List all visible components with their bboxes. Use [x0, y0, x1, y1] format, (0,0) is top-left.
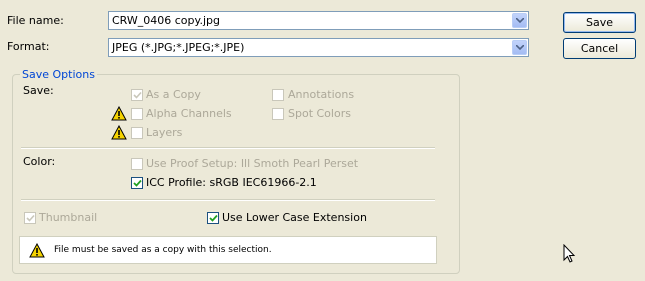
- as-a-copy-checkbox[interactable]: [131, 89, 143, 101]
- checkmark-icon: [133, 179, 142, 187]
- lower-case-extension-checkbox[interactable]: [207, 212, 219, 224]
- separator: [21, 147, 435, 149]
- save-button[interactable]: Save: [563, 12, 636, 33]
- chevron-down-icon: [516, 18, 524, 24]
- format-label: Format:: [7, 40, 50, 53]
- icc-profile-checkbox[interactable]: [131, 177, 143, 189]
- format-value: JPEG (*.JPG;*.JPEG;*.JPE): [112, 41, 245, 54]
- color-label: Color:: [23, 155, 56, 168]
- mouse-pointer-icon: [563, 244, 576, 263]
- layers-label: Layers: [146, 126, 183, 139]
- checkmark-icon: [133, 91, 142, 99]
- warning-message-box: File must be saved as a copy with this s…: [19, 236, 437, 264]
- use-proof-setup-label: Use Proof Setup: Ill Smoth Pearl Perset: [146, 157, 359, 170]
- format-dropdown-button[interactable]: [512, 40, 527, 55]
- cancel-button[interactable]: Cancel: [563, 38, 636, 59]
- format-combo[interactable]: JPEG (*.JPG;*.JPEG;*.JPE): [108, 38, 529, 57]
- spot-colors-checkbox[interactable]: [272, 108, 284, 120]
- as-a-copy-label: As a Copy: [146, 88, 201, 101]
- warning-icon: [111, 106, 127, 121]
- checkmark-icon: [209, 214, 218, 222]
- annotations-checkbox[interactable]: [272, 89, 284, 101]
- alpha-channels-label: Alpha Channels: [146, 107, 232, 120]
- file-name-label: File name:: [7, 14, 64, 27]
- separator: [21, 199, 435, 201]
- warning-icon: [29, 243, 45, 258]
- file-name-value: CRW_0406 copy.jpg: [112, 14, 220, 27]
- chevron-down-icon: [516, 45, 524, 51]
- alpha-channels-checkbox[interactable]: [131, 108, 143, 120]
- save-label: Save:: [23, 84, 54, 97]
- thumbnail-label: Thumbnail: [39, 211, 98, 224]
- warning-icon: [111, 125, 127, 140]
- lower-case-extension-label: Use Lower Case Extension: [222, 211, 367, 224]
- layers-checkbox[interactable]: [131, 127, 143, 139]
- use-proof-setup-checkbox[interactable]: [131, 158, 143, 170]
- spot-colors-label: Spot Colors: [288, 107, 351, 120]
- annotations-label: Annotations: [288, 88, 355, 101]
- icc-profile-label: ICC Profile: sRGB IEC61966-2.1: [146, 176, 317, 189]
- checkmark-icon: [26, 214, 35, 222]
- file-name-combo[interactable]: CRW_0406 copy.jpg: [108, 11, 529, 30]
- file-name-dropdown-button[interactable]: [512, 13, 527, 28]
- thumbnail-checkbox[interactable]: [24, 212, 36, 224]
- save-options-legend: Save Options: [20, 68, 97, 81]
- warning-message-text: File must be saved as a copy with this s…: [54, 245, 272, 255]
